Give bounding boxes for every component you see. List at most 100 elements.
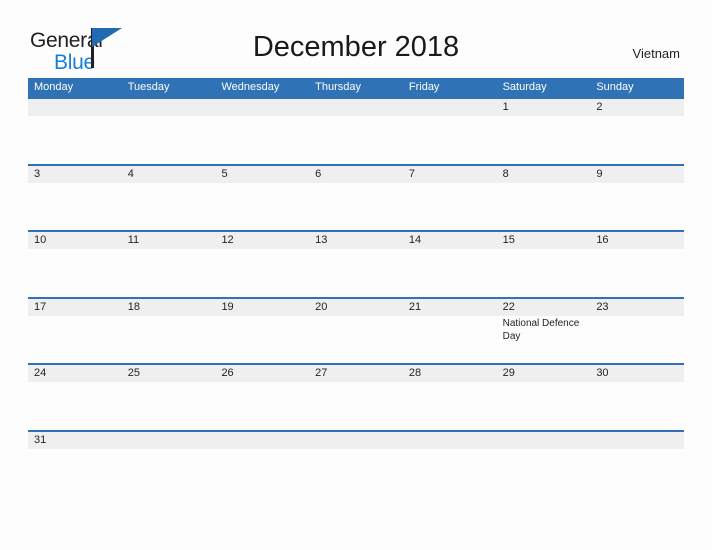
day-cell[interactable] bbox=[590, 183, 684, 230]
day-number[interactable] bbox=[309, 99, 403, 116]
day-cell[interactable] bbox=[403, 116, 497, 163]
day-number[interactable]: 5 bbox=[215, 166, 309, 183]
day-number[interactable] bbox=[28, 99, 122, 116]
day-cell[interactable] bbox=[497, 449, 591, 496]
day-number[interactable]: 29 bbox=[497, 365, 591, 382]
day-cell[interactable] bbox=[403, 316, 497, 363]
day-cell[interactable] bbox=[215, 382, 309, 429]
weekday-header-monday: Monday bbox=[34, 81, 74, 93]
day-cell[interactable] bbox=[215, 316, 309, 363]
day-cell[interactable] bbox=[309, 116, 403, 163]
day-cell[interactable] bbox=[28, 449, 122, 496]
day-number[interactable]: 15 bbox=[497, 232, 591, 249]
day-cell[interactable] bbox=[403, 449, 497, 496]
day-cell[interactable] bbox=[309, 382, 403, 429]
day-number[interactable]: 20 bbox=[309, 299, 403, 316]
week-events-band bbox=[28, 449, 684, 496]
day-cell[interactable] bbox=[497, 183, 591, 230]
day-number[interactable]: 6 bbox=[309, 166, 403, 183]
day-cell[interactable] bbox=[309, 449, 403, 496]
day-number[interactable] bbox=[122, 432, 216, 449]
day-number[interactable]: 23 bbox=[590, 299, 684, 316]
day-cell[interactable] bbox=[215, 116, 309, 163]
day-number[interactable] bbox=[497, 432, 591, 449]
day-cell[interactable] bbox=[122, 183, 216, 230]
day-number[interactable] bbox=[403, 432, 497, 449]
day-number[interactable]: 12 bbox=[215, 232, 309, 249]
day-cell[interactable] bbox=[28, 316, 122, 363]
day-number[interactable]: 3 bbox=[28, 166, 122, 183]
week-daynumber-band: 31 bbox=[28, 431, 684, 449]
day-cell[interactable] bbox=[590, 249, 684, 296]
day-number[interactable]: 17 bbox=[28, 299, 122, 316]
week-events-band bbox=[28, 183, 684, 230]
day-number[interactable]: 21 bbox=[403, 299, 497, 316]
country-label: Vietnam bbox=[632, 46, 680, 61]
day-number[interactable]: 14 bbox=[403, 232, 497, 249]
day-cell[interactable] bbox=[309, 249, 403, 296]
day-cell[interactable] bbox=[28, 382, 122, 429]
day-number[interactable]: 10 bbox=[28, 232, 122, 249]
day-cell-national-defence-day[interactable]: National Defence Day bbox=[497, 316, 591, 363]
day-number[interactable]: 26 bbox=[215, 365, 309, 382]
day-cell[interactable] bbox=[590, 382, 684, 429]
day-number[interactable]: 16 bbox=[590, 232, 684, 249]
day-number[interactable]: 7 bbox=[403, 166, 497, 183]
day-number[interactable]: 30 bbox=[590, 365, 684, 382]
day-number[interactable] bbox=[403, 99, 497, 116]
day-number[interactable]: 19 bbox=[215, 299, 309, 316]
week-daynumber-band: 1 2 bbox=[28, 99, 684, 116]
event-label: National Defence Day bbox=[502, 317, 580, 342]
day-number[interactable] bbox=[122, 99, 216, 116]
day-cell[interactable] bbox=[122, 449, 216, 496]
day-cell[interactable] bbox=[497, 249, 591, 296]
day-number[interactable] bbox=[215, 432, 309, 449]
day-number[interactable]: 27 bbox=[309, 365, 403, 382]
day-number[interactable]: 22 bbox=[497, 299, 591, 316]
day-cell[interactable] bbox=[215, 249, 309, 296]
weekday-header-sunday: Sunday bbox=[596, 81, 634, 93]
day-number[interactable] bbox=[215, 99, 309, 116]
day-cell[interactable] bbox=[309, 316, 403, 363]
calendar-week-row: 17 18 19 20 21 22 23 National Defence Da… bbox=[28, 296, 684, 363]
day-number[interactable]: 2 bbox=[590, 99, 684, 116]
day-cell[interactable] bbox=[590, 116, 684, 163]
day-number[interactable] bbox=[309, 432, 403, 449]
calendar-week-row: 10 11 12 13 14 15 16 bbox=[28, 230, 684, 297]
day-cell[interactable] bbox=[403, 382, 497, 429]
day-cell[interactable] bbox=[122, 316, 216, 363]
day-number[interactable] bbox=[590, 432, 684, 449]
day-number[interactable]: 28 bbox=[403, 365, 497, 382]
day-cell[interactable] bbox=[215, 183, 309, 230]
calendar-week-row: 24 25 26 27 28 29 30 bbox=[28, 363, 684, 430]
day-cell[interactable] bbox=[215, 449, 309, 496]
weekday-header-row: Monday Tuesday Wednesday Thursday Friday… bbox=[28, 78, 684, 97]
weekday-header-wednesday: Wednesday bbox=[221, 81, 280, 93]
week-daynumber-band: 17 18 19 20 21 22 23 bbox=[28, 298, 684, 316]
day-cell[interactable] bbox=[590, 449, 684, 496]
day-cell[interactable] bbox=[309, 183, 403, 230]
day-number[interactable]: 1 bbox=[497, 99, 591, 116]
day-number[interactable]: 18 bbox=[122, 299, 216, 316]
day-cell[interactable] bbox=[497, 116, 591, 163]
calendar-week-row: 1 2 bbox=[28, 97, 684, 164]
day-number[interactable]: 31 bbox=[28, 432, 122, 449]
day-number[interactable]: 25 bbox=[122, 365, 216, 382]
day-number[interactable]: 9 bbox=[590, 166, 684, 183]
day-cell[interactable] bbox=[28, 183, 122, 230]
day-cell[interactable] bbox=[28, 249, 122, 296]
day-cell[interactable] bbox=[122, 249, 216, 296]
day-number[interactable]: 8 bbox=[497, 166, 591, 183]
day-cell[interactable] bbox=[403, 249, 497, 296]
day-cell[interactable] bbox=[403, 183, 497, 230]
day-number[interactable]: 13 bbox=[309, 232, 403, 249]
day-cell[interactable] bbox=[497, 382, 591, 429]
day-number[interactable]: 11 bbox=[122, 232, 216, 249]
day-number[interactable]: 24 bbox=[28, 365, 122, 382]
week-events-band: National Defence Day bbox=[28, 316, 684, 363]
day-cell[interactable] bbox=[122, 116, 216, 163]
day-cell[interactable] bbox=[122, 382, 216, 429]
day-cell[interactable] bbox=[28, 116, 122, 163]
day-cell[interactable] bbox=[590, 316, 684, 363]
day-number[interactable]: 4 bbox=[122, 166, 216, 183]
